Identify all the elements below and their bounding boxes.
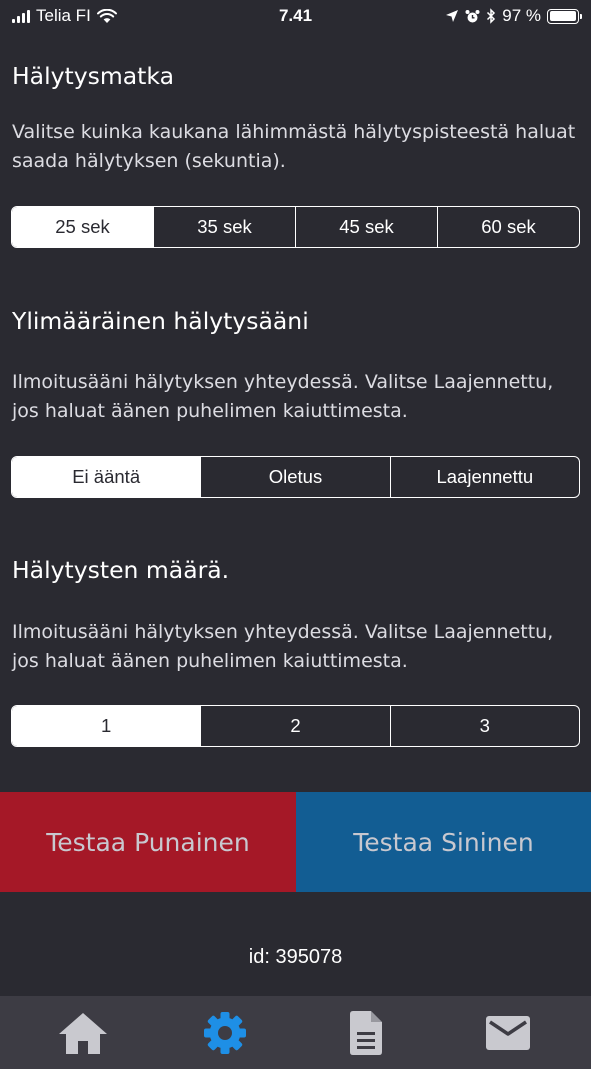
tab-documents[interactable] bbox=[326, 1003, 406, 1063]
status-bar-right: 97 % bbox=[445, 6, 582, 26]
test-red-button[interactable]: Testaa Punainen bbox=[0, 792, 296, 892]
tab-bar bbox=[0, 996, 591, 1069]
section-description-extra-alarm-sound: Ilmoitusääni hälytyksen yhteydessä. Vali… bbox=[12, 371, 554, 422]
option-60-sek[interactable]: 60 sek bbox=[437, 207, 579, 247]
section-title-extra-alarm-sound: Ylimääräinen hälytysääni bbox=[12, 307, 309, 335]
battery-fill bbox=[549, 11, 576, 21]
document-icon bbox=[350, 1010, 383, 1055]
option-count-3[interactable]: 3 bbox=[389, 706, 579, 746]
option-count-2[interactable]: 2 bbox=[200, 706, 389, 746]
signal-icon bbox=[12, 9, 30, 23]
bluetooth-icon bbox=[487, 8, 496, 24]
test-blue-button[interactable]: Testaa Sininen bbox=[296, 792, 591, 892]
gear-icon bbox=[203, 1011, 246, 1054]
option-extended[interactable]: Laajennettu bbox=[389, 457, 579, 497]
location-arrow-icon bbox=[446, 10, 459, 22]
section-description-alarm-distance: Valitse kuinka kaukana lähimmästä hälyty… bbox=[12, 121, 576, 172]
status-bar-left: Telia FI bbox=[12, 6, 117, 26]
option-no-sound[interactable]: Ei ääntä bbox=[12, 457, 201, 497]
alarm-sound-selector[interactable]: Ei ääntä Oletus Laajennettu bbox=[11, 456, 580, 498]
section-title-alarm-count: Hälytysten määrä. bbox=[12, 556, 230, 584]
battery-icon bbox=[547, 8, 582, 24]
alarm-count-selector[interactable]: 1 2 3 bbox=[11, 705, 580, 747]
option-35-sek[interactable]: 35 sek bbox=[153, 207, 295, 247]
alarm-clock-icon bbox=[465, 9, 480, 22]
carrier-name: Telia FI bbox=[36, 6, 91, 25]
tab-settings[interactable] bbox=[185, 1003, 265, 1063]
section-title-alarm-distance: Hälytysmatka bbox=[12, 62, 174, 90]
tab-messages[interactable] bbox=[468, 1003, 548, 1063]
option-count-1[interactable]: 1 bbox=[12, 706, 201, 746]
option-default[interactable]: Oletus bbox=[200, 457, 389, 497]
tab-home[interactable] bbox=[43, 1003, 123, 1063]
test-buttons: Testaa Punainen Testaa Sininen bbox=[0, 792, 591, 892]
device-id: id: 395078 bbox=[248, 946, 343, 968]
wifi-icon bbox=[96, 8, 117, 23]
option-25-sek[interactable]: 25 sek bbox=[12, 207, 153, 247]
alarm-distance-selector[interactable]: 25 sek 35 sek 45 sek 60 sek bbox=[11, 206, 580, 248]
battery-percentage: 97 % bbox=[502, 6, 541, 25]
section-description-alarm-count: Ilmoitusääni hälytyksen yhteydessä. Vali… bbox=[12, 621, 554, 672]
status-bar: Telia FI 7.41 97 % bbox=[0, 0, 591, 32]
option-45-sek[interactable]: 45 sek bbox=[295, 207, 437, 247]
mail-icon bbox=[486, 1015, 531, 1050]
home-icon bbox=[58, 1012, 107, 1054]
